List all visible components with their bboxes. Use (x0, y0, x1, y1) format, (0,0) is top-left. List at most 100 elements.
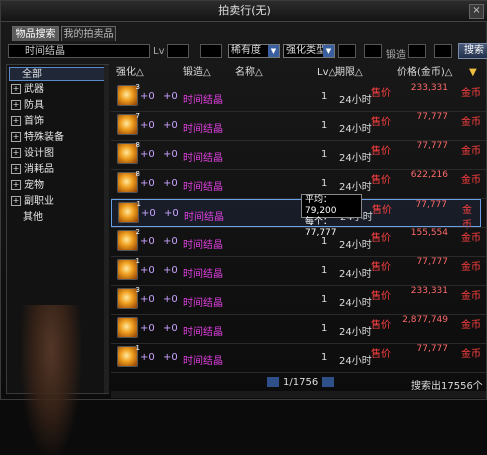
category-item-armor[interactable]: + 防具 (9, 99, 105, 113)
row-price: 77,777 (415, 200, 448, 210)
category-item-special[interactable]: + 特殊装备 (9, 131, 105, 145)
time-crystal-icon: 1 (118, 200, 141, 223)
table-row[interactable]: 1+0+0时间结晶124小时售价77,777金币 (111, 344, 481, 372)
row-price: 155,554 (410, 228, 448, 238)
table-row[interactable]: 3 +0 +0 时间结晶 1 24小时 售价 233,331 金币 (111, 83, 481, 111)
expand-icon[interactable]: + (11, 84, 21, 94)
row-name: 时间结晶 (183, 327, 223, 338)
page-indicator: 1/1756 (283, 377, 319, 388)
row-price: 2,877,749 (402, 315, 448, 325)
col-period-header[interactable]: 期限△ (335, 65, 363, 81)
search-input[interactable]: 时间结晶 (8, 44, 150, 58)
expand-icon[interactable]: + (11, 164, 21, 174)
row-enhance: +0 (140, 294, 155, 305)
category-label: 消耗品 (24, 164, 54, 175)
expand-icon[interactable]: + (11, 132, 21, 142)
expand-icon[interactable]: + (11, 100, 21, 110)
category-item-pet[interactable]: + 宠物 (9, 179, 105, 193)
row-enhance: +0 (141, 208, 156, 219)
item-qty: 7 (135, 112, 140, 120)
prev-page-button[interactable] (267, 377, 279, 387)
row-reinforce: +0 (164, 208, 179, 219)
category-scrollbar[interactable] (104, 65, 109, 393)
row-currency: 金币 (461, 262, 481, 273)
table-row[interactable]: 8 +0 +0 时间结晶 1 24小时 售价 622,216 金币 (111, 170, 481, 198)
tab-my-auctions[interactable]: 我的拍卖品 (61, 26, 116, 41)
row-price: 77,777 (416, 344, 449, 354)
next-page-button[interactable] (322, 377, 335, 387)
expand-icon[interactable]: + (11, 196, 21, 206)
time-crystal-icon: 8 (117, 170, 140, 193)
row-sell-label: 售价 (371, 88, 391, 99)
category-item-blueprint[interactable]: + 设计图 (9, 147, 105, 161)
title-bar: 拍卖行(无) × (1, 1, 487, 22)
category-item-subjob[interactable]: + 副职业 (9, 195, 105, 209)
category-item-weapon[interactable]: + 武器 (9, 83, 105, 97)
item-qty: 1 (135, 344, 140, 352)
col-name-header[interactable]: 名称△ (235, 65, 263, 81)
enhance-type-select[interactable]: 强化类型 ▼ (283, 44, 335, 58)
enhance-max-field[interactable] (364, 44, 382, 58)
search-bar: ⚲ 时间结晶 Lv 稀有度▼ 强化类型▼ 锻造 搜索 (4, 43, 487, 61)
tab-item-search[interactable]: 物品搜索 (12, 26, 59, 41)
time-crystal-icon: 1 (117, 344, 140, 367)
time-crystal-icon: 2 (117, 228, 140, 251)
col-reinforce-header[interactable]: 锻造△ (183, 65, 211, 81)
time-crystal-icon (117, 317, 138, 338)
col-enhance-header[interactable]: 强化△ (116, 65, 144, 81)
close-button[interactable]: × (469, 4, 484, 19)
character-illustration (21, 305, 81, 455)
col-price-header[interactable]: 价格(金币)△ (397, 65, 453, 81)
table-row[interactable]: 3 +0 +0 时间结晶 1 24小时 售价 233,331 金币 (111, 286, 481, 314)
expand-icon[interactable]: + (11, 180, 21, 190)
row-level: 1 (321, 265, 328, 276)
category-label: 特殊装备 (24, 132, 64, 143)
row-currency: 金币 (461, 175, 481, 186)
level-min-field[interactable] (167, 44, 189, 58)
row-name: 时间结晶 (183, 356, 223, 367)
row-sell-label: 售价 (371, 233, 391, 244)
pin-icon[interactable]: ▼ (469, 65, 477, 81)
table-row[interactable]: 7 +0 +0 时间结晶 1 24小时 售价 77,777 金币 (111, 112, 481, 140)
row-name: 时间结晶 (183, 298, 223, 309)
row-sell-label: 售价 (371, 291, 391, 302)
category-item-consumable[interactable]: + 消耗品 (9, 163, 105, 177)
table-row[interactable]: 1+0+0时间结晶124小时售价77,777金币 (111, 199, 481, 231)
item-qty: 3 (135, 286, 140, 294)
table-row[interactable]: +0 +0 时间结晶 1 24小时 售价 2,877,749 金币 (111, 315, 481, 343)
row-reinforce: +0 (163, 236, 178, 247)
reinforce-max-field[interactable] (434, 44, 452, 58)
table-row[interactable]: 1+0+0时间结晶124小时售价77,777金币 (111, 257, 481, 285)
table-row[interactable]: 8 +0 +0 时间结晶 1 24小时 售价 77,777 金币 (111, 141, 481, 169)
row-enhance: +0 (140, 91, 155, 102)
table-row[interactable]: 2 +0 +0 时间结晶 1 24小时 售价 155,554 金币 (111, 228, 481, 256)
rarity-select[interactable]: 稀有度 ▼ (228, 44, 280, 58)
row-period: 24小时 (339, 95, 372, 106)
pagination: 1/1756 (263, 377, 338, 388)
item-qty: 1 (136, 200, 141, 208)
row-level: 1 (321, 91, 328, 102)
row-currency: 金币 (461, 117, 481, 128)
category-item-accessory[interactable]: + 首饰 (9, 115, 105, 129)
search-button[interactable]: 搜索 (458, 43, 487, 59)
category-item-all[interactable]: 全部 (9, 67, 105, 81)
row-enhance: +0 (140, 352, 155, 363)
horizontal-scrollbar[interactable] (111, 391, 486, 398)
row-sell-label: 售价 (371, 117, 391, 128)
enhance-min-field[interactable] (338, 44, 356, 58)
level-max-field[interactable] (200, 44, 222, 58)
row-period: 24小时 (339, 153, 372, 164)
row-name: 时间结晶 (183, 182, 223, 193)
price-tooltip: 平均：79,200 每个：77,777 (301, 194, 362, 238)
row-divider (111, 372, 486, 373)
row-price: 77,777 (416, 112, 449, 122)
row-sell-label: 售价 (372, 205, 392, 216)
category-item-other[interactable]: 其他 (9, 211, 119, 225)
reinforce-min-field[interactable] (408, 44, 426, 58)
table-header: 强化△ 锻造△ 名称△ Lv△ 期限△ 价格(金币)△ ▼ (111, 65, 486, 81)
item-qty: 1 (135, 257, 140, 265)
expand-icon[interactable]: + (11, 116, 21, 126)
col-level-header[interactable]: Lv△ (317, 65, 336, 81)
item-qty: 2 (135, 228, 140, 236)
expand-icon[interactable]: + (11, 148, 21, 158)
